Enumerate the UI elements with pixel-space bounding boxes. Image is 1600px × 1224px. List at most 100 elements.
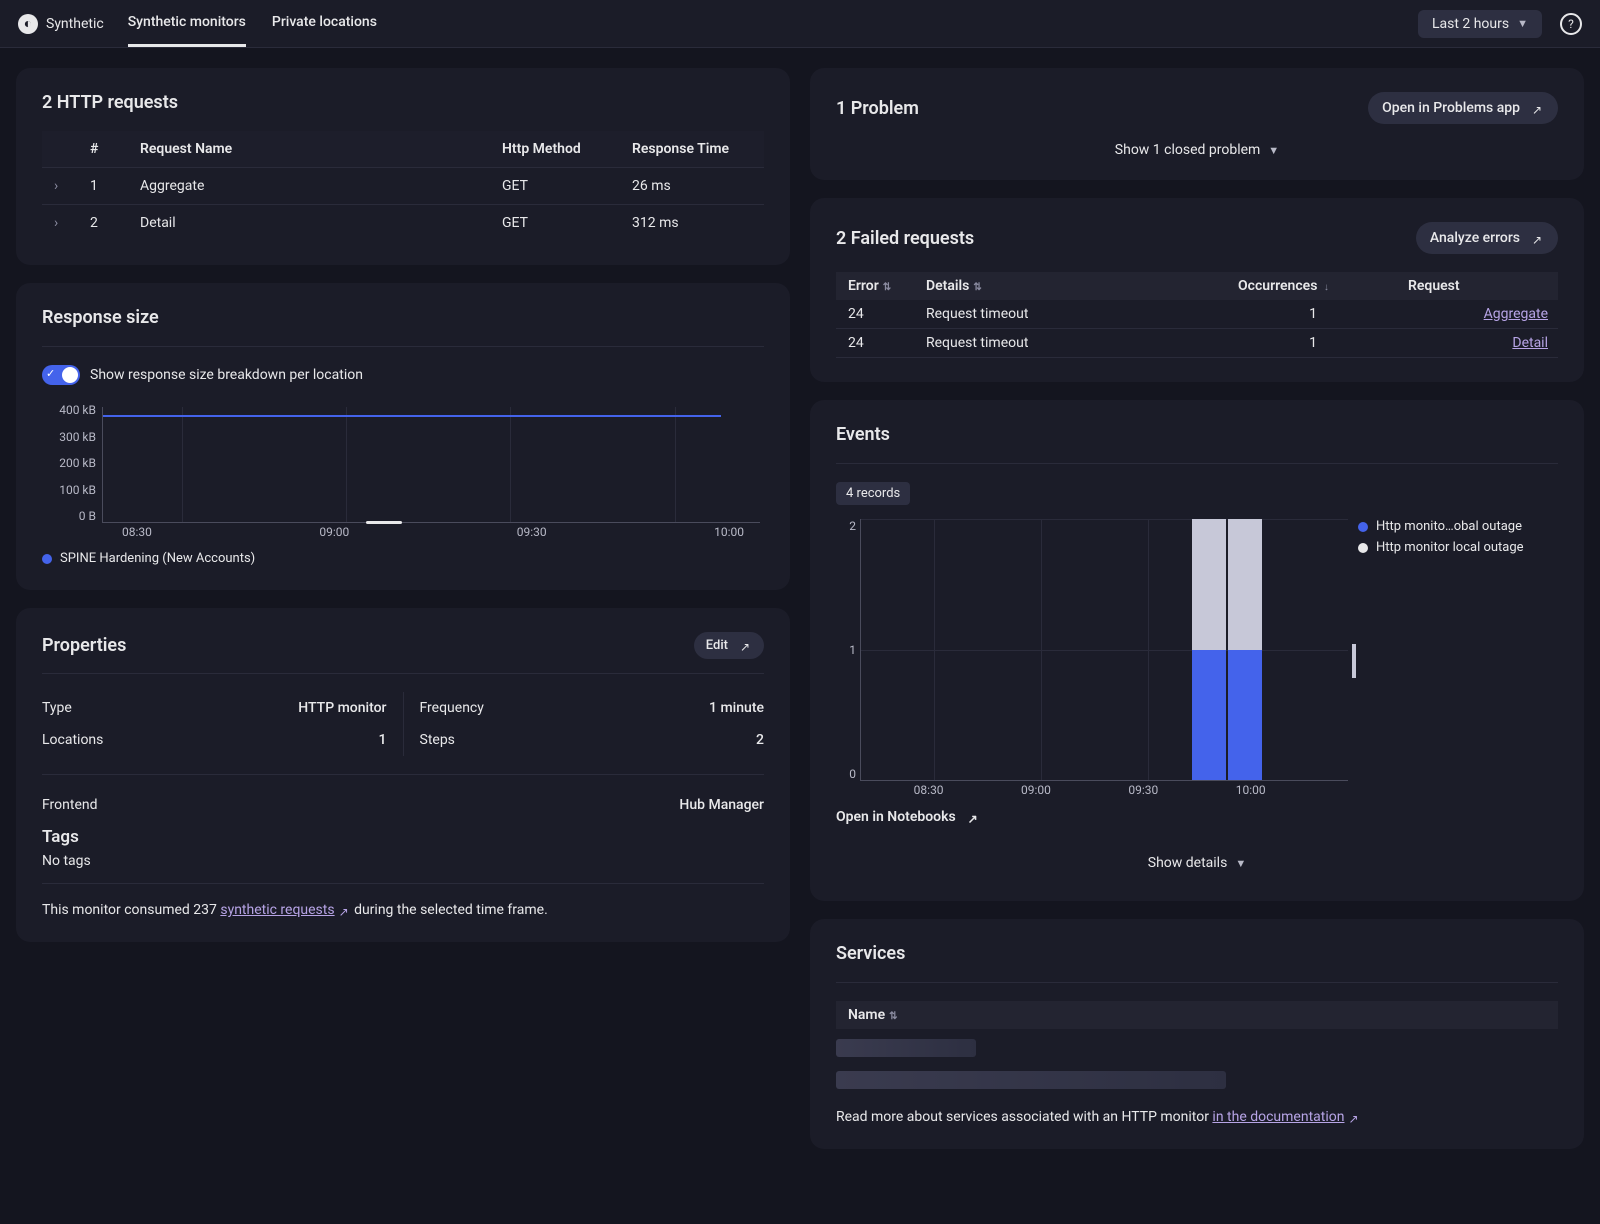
show-closed-problem[interactable]: Show 1 closed problem ▼ (836, 136, 1558, 164)
problem-card: 1 Problem Open in Problems app Show 1 cl… (810, 68, 1584, 180)
failed-requests-table: Error⇅ Details⇅ Occurrences ↓ Request 24… (836, 272, 1558, 358)
properties-card: Properties Edit Type HTTP monitor Locati… (16, 608, 790, 942)
sort-icon: ⇅ (889, 1011, 897, 1022)
external-link-icon (740, 640, 752, 652)
right-column: 1 Problem Open in Problems app Show 1 cl… (810, 68, 1584, 1149)
synthetic-requests-link[interactable]: synthetic requests (220, 902, 350, 918)
brand-label: Synthetic (46, 16, 104, 32)
col-details[interactable]: Details⇅ (916, 272, 1228, 300)
service-skeleton-row (836, 1039, 976, 1057)
chevron-down-icon: ▼ (1517, 17, 1528, 30)
table-row[interactable]: 24 Request timeout 1 Aggregate (836, 300, 1558, 329)
col-request-name[interactable]: Request Name (132, 131, 494, 168)
tab-synthetic-monitors[interactable]: Synthetic monitors (128, 0, 246, 47)
col-response-time[interactable]: Response Time (624, 131, 764, 168)
main-content: 2 HTTP requests # Request Name Http Meth… (0, 48, 1600, 1169)
sort-icon: ⇅ (973, 282, 981, 293)
services-card: Services Name⇅ Read more about services … (810, 919, 1584, 1149)
analyze-errors-button[interactable]: Analyze errors (1416, 222, 1558, 254)
chart-hover-indicator (1352, 644, 1356, 678)
table-row[interactable]: › 2 Detail GET 312 ms (42, 205, 764, 242)
events-x-axis: 08:30 09:00 09:30 10:00 (860, 783, 1348, 799)
service-skeleton-row (836, 1071, 1226, 1089)
http-requests-table: # Request Name Http Method Response Time… (42, 131, 764, 241)
col-occurrences[interactable]: Occurrences ↓ (1228, 272, 1398, 300)
events-y-axis: 2 1 0 (836, 519, 856, 781)
help-icon[interactable]: ? (1560, 13, 1582, 35)
chevron-down-icon: ▼ (1268, 144, 1279, 157)
app-logo-icon (18, 14, 38, 34)
events-chart[interactable]: 2 1 0 08:30 09:00 (836, 519, 1558, 799)
expand-row-icon[interactable]: › (42, 205, 82, 242)
services-title: Services (836, 943, 905, 964)
col-http-method[interactable]: Http Method (494, 131, 624, 168)
request-link[interactable]: Detail (1512, 335, 1548, 351)
col-service-name[interactable]: Name⇅ (836, 1001, 1558, 1029)
nav-tabs: Synthetic monitors Private locations (128, 0, 377, 47)
col-request[interactable]: Request (1398, 272, 1558, 300)
col-error[interactable]: Error⇅ (836, 272, 916, 300)
prop-locations-label: Locations (42, 732, 103, 748)
response-size-chart[interactable]: 400 kB 300 kB 200 kB 100 kB 0 B 08:30 (42, 403, 764, 543)
tab-private-locations[interactable]: Private locations (272, 0, 377, 47)
breakdown-toggle-label: Show response size breakdown per locatio… (90, 367, 363, 383)
failed-title: 2 Failed requests (836, 228, 974, 249)
external-link-icon (1348, 1111, 1360, 1123)
chart-series-line (103, 415, 721, 417)
edit-button[interactable]: Edit (694, 632, 764, 659)
sort-desc-icon: ↓ (1321, 282, 1329, 293)
sort-icon: ⇅ (883, 282, 891, 293)
prop-type-val: HTTP monitor (298, 700, 386, 716)
events-card: Events 4 records 2 1 0 (810, 400, 1584, 901)
prop-frontend-val: Hub Manager (679, 797, 764, 813)
consumption-text: This monitor consumed 237 synthetic requ… (42, 902, 764, 918)
chart-y-axis: 400 kB 300 kB 200 kB 100 kB 0 B (42, 403, 96, 523)
response-size-legend: SPINE Hardening (New Accounts) (42, 551, 764, 566)
http-requests-title: 2 HTTP requests (42, 92, 178, 113)
external-link-icon (1532, 102, 1544, 114)
legend-dot-icon (1358, 543, 1368, 553)
prop-frontend-label: Frontend (42, 797, 98, 813)
open-problems-button[interactable]: Open in Problems app (1368, 92, 1558, 124)
documentation-link[interactable]: in the documentation (1212, 1109, 1360, 1125)
prop-steps-label: Steps (420, 732, 455, 748)
chevron-down-icon: ▼ (1235, 857, 1246, 870)
failed-requests-card: 2 Failed requests Analyze errors Error⇅ … (810, 198, 1584, 382)
chart-plot-area (102, 407, 760, 523)
external-link-icon (1532, 232, 1544, 244)
open-in-notebooks[interactable]: Open in Notebooks (836, 809, 1558, 825)
col-num[interactable]: # (82, 131, 132, 168)
brand[interactable]: Synthetic (18, 14, 104, 34)
tags-title: Tags (42, 827, 79, 847)
problem-title: 1 Problem (836, 98, 919, 119)
time-range-label: Last 2 hours (1432, 16, 1509, 32)
show-details[interactable]: Show details ▼ (836, 849, 1558, 877)
prop-frequency-val: 1 minute (709, 700, 764, 716)
topbar-left: Synthetic Synthetic monitors Private loc… (18, 0, 377, 47)
response-size-title: Response size (42, 307, 159, 328)
table-row[interactable]: 24 Request timeout 1 Detail (836, 329, 1558, 358)
topbar-right: Last 2 hours ▼ ? (1418, 10, 1582, 38)
external-link-icon (339, 904, 351, 916)
events-legend: Http monito…obal outage Http monitor loc… (1358, 519, 1558, 561)
prop-type-label: Type (42, 700, 72, 716)
breakdown-toggle-row: Show response size breakdown per locatio… (42, 365, 764, 385)
response-size-card: Response size Show response size breakdo… (16, 283, 790, 590)
http-requests-card: 2 HTTP requests # Request Name Http Meth… (16, 68, 790, 265)
services-footer: Read more about services associated with… (836, 1109, 1558, 1125)
tags-empty: No tags (42, 853, 764, 869)
prop-locations-val: 1 (379, 732, 387, 748)
chart-scroll-handle[interactable] (366, 521, 402, 524)
time-range-picker[interactable]: Last 2 hours ▼ (1418, 10, 1542, 38)
breakdown-toggle[interactable] (42, 365, 80, 385)
request-link[interactable]: Aggregate (1484, 306, 1548, 322)
left-column: 2 HTTP requests # Request Name Http Meth… (16, 68, 790, 1149)
legend-dot-icon (1358, 522, 1368, 532)
services-table: Name⇅ (836, 1001, 1558, 1029)
events-plot-area (860, 519, 1348, 781)
records-badge: 4 records (836, 482, 910, 505)
expand-row-icon[interactable]: › (42, 168, 82, 205)
table-row[interactable]: › 1 Aggregate GET 26 ms (42, 168, 764, 205)
legend-dot-icon (42, 554, 52, 564)
chart-x-axis: 08:30 09:00 09:30 10:00 (102, 525, 764, 543)
